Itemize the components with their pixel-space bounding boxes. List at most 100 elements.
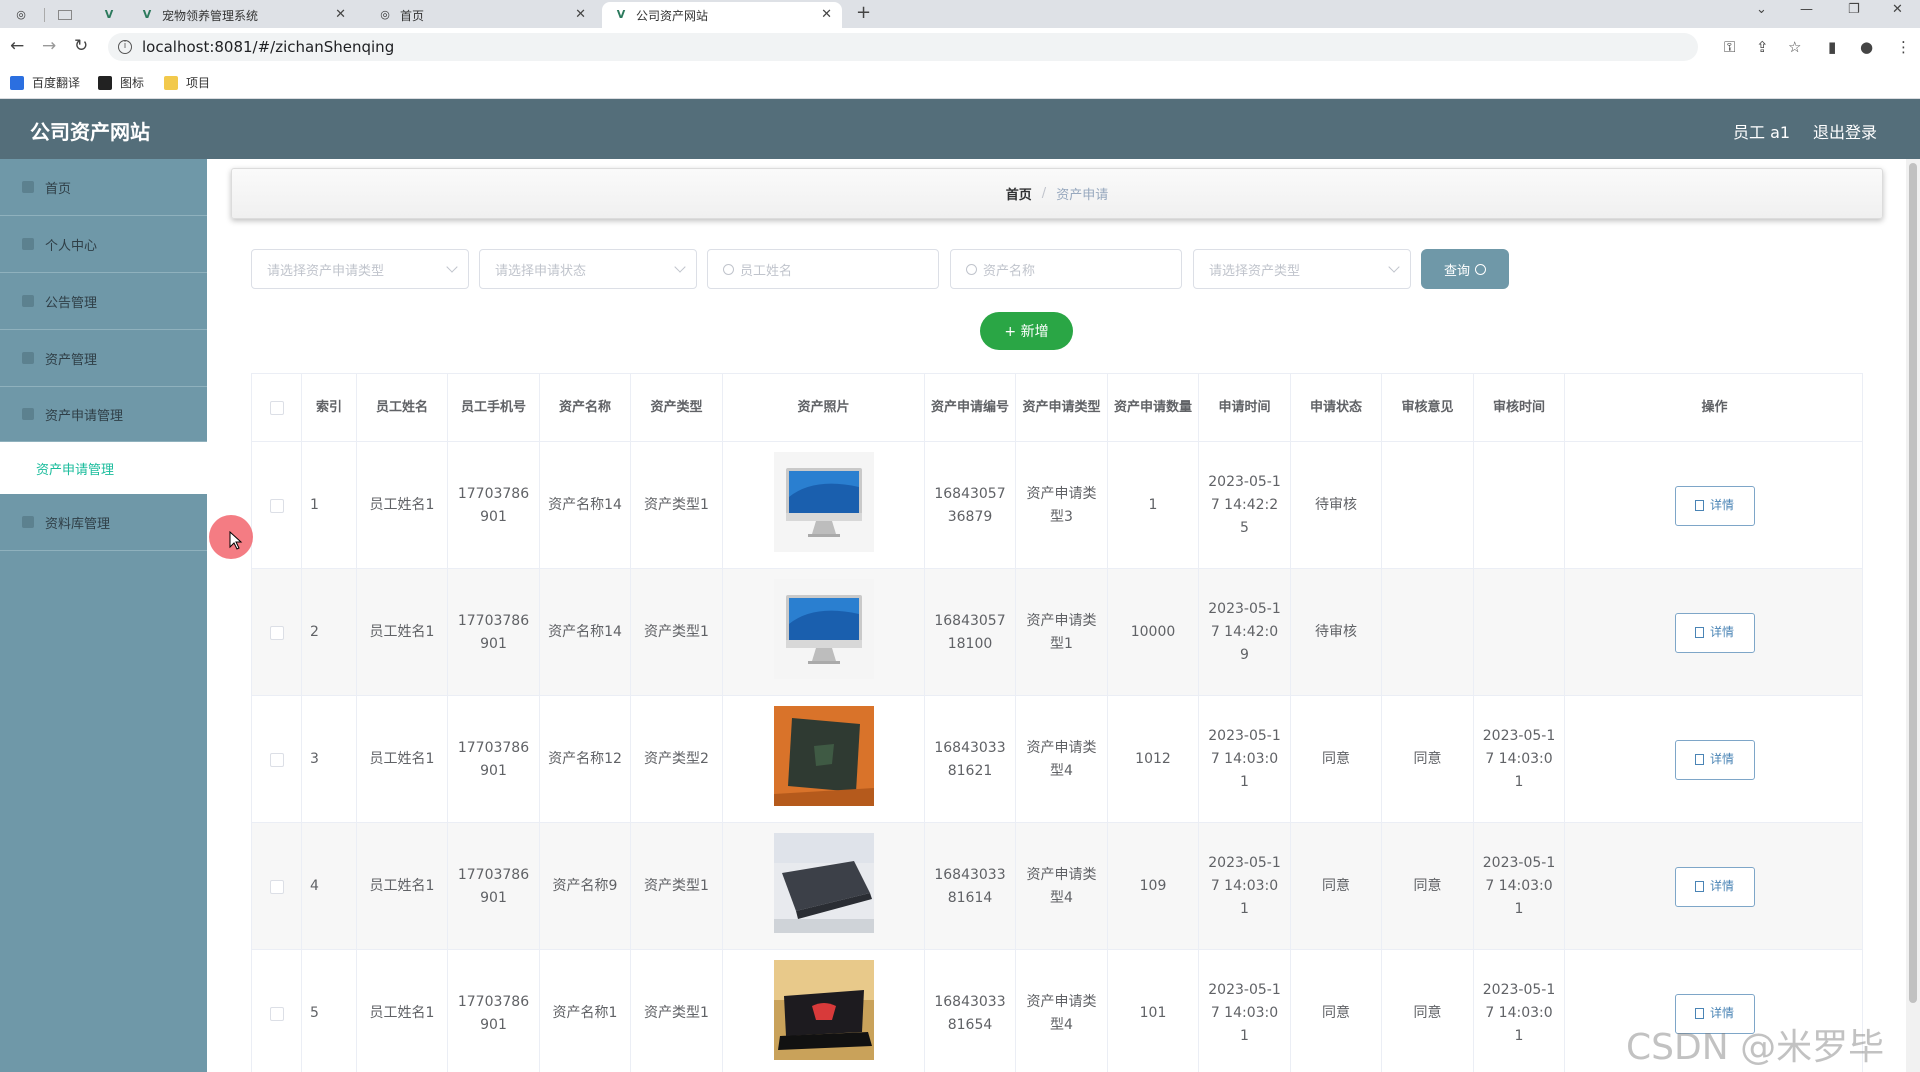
asset-type-select[interactable]: 请选择资产类型 (1193, 249, 1411, 289)
row-checkbox[interactable] (269, 498, 284, 513)
url-input[interactable]: i localhost:8081/#/zichanShenqing (108, 33, 1698, 61)
cell-actions: 详情 (1565, 696, 1862, 823)
cell-index: 4 (302, 823, 357, 950)
cell-apply-type: 资产申请类型1 (1016, 569, 1108, 696)
sidebar-item-notice[interactable]: 公告管理 (0, 273, 207, 330)
window-close-icon[interactable]: ✕ (1892, 2, 1903, 17)
select-all-checkbox[interactable] (269, 401, 284, 415)
document-icon (1694, 754, 1704, 765)
minimize-icon[interactable]: — (1800, 2, 1813, 17)
cell-opinion: 同意 (1382, 696, 1474, 823)
th-apply-qty: 资产申请数量 (1108, 374, 1199, 442)
apply-status-select[interactable]: 请选择申请状态 (479, 249, 697, 289)
sidebar-item-asset-apply[interactable]: 资产申请管理 (0, 387, 207, 442)
search-icon (966, 263, 977, 275)
cell-apply-status: 同意 (1291, 823, 1382, 950)
detail-button[interactable]: 详情 (1674, 612, 1755, 653)
bookmark-item[interactable]: 图标 (98, 74, 144, 91)
row-checkbox[interactable] (269, 625, 284, 640)
key-icon[interactable]: ⚿ (1724, 38, 1735, 56)
asset-apply-table: 索引 员工姓名 员工手机号 资产名称 资产类型 资产照片 资产申请编号 资产申请… (251, 373, 1863, 1072)
cell-phone: 17703786901 (448, 950, 540, 1072)
search-icon (1475, 263, 1486, 275)
tab-pet-system[interactable]: V 宠物领养管理系统 ✕ (128, 2, 356, 28)
reload-icon[interactable]: ↻ (74, 36, 88, 56)
document-icon (1694, 881, 1704, 892)
share-icon[interactable]: ⇪ (1756, 38, 1769, 56)
apply-icon (22, 408, 34, 420)
library-icon (22, 516, 34, 528)
new-tab-icon[interactable]: + (856, 2, 871, 23)
document-icon (1694, 627, 1704, 638)
menu-icon[interactable]: ⋮ (1896, 38, 1911, 56)
th-apply-status: 申请状态 (1291, 374, 1382, 442)
cell-apply-type: 资产申请类型3 (1016, 442, 1108, 569)
cell-apply-status: 同意 (1291, 950, 1382, 1072)
cell-apply-qty: 101 (1108, 950, 1199, 1072)
cell-actions: 详情 (1565, 569, 1862, 696)
asset-photo-image (773, 578, 874, 687)
cell-index: 1 (302, 442, 357, 569)
tab-pinned[interactable]: ◎ (4, 2, 34, 28)
cell-employee-name: 员工姓名1 (357, 696, 448, 823)
cell-select (252, 823, 302, 950)
asset-photo-image (773, 451, 874, 560)
cell-apply-no: 1684305736879 (925, 442, 1016, 569)
cell-asset-type: 资产类型1 (631, 823, 723, 950)
logout-button[interactable]: 退出登录 (1813, 119, 1877, 143)
page-scrollbar[interactable] (1906, 159, 1920, 1072)
th-review-time: 审核时间 (1474, 374, 1565, 442)
sidebar-item-profile[interactable]: 个人中心 (0, 216, 207, 273)
sidebar-item-assets[interactable]: 资产管理 (0, 330, 207, 387)
th-apply-time: 申请时间 (1199, 374, 1291, 442)
watermark: CSDN @米罗毕设 (1626, 1027, 1885, 1068)
row-checkbox[interactable] (269, 1006, 284, 1021)
asset-photo-image (773, 705, 874, 814)
cell-apply-no: 1684303381654 (925, 950, 1016, 1072)
back-icon[interactable]: ← (10, 36, 24, 56)
info-icon[interactable]: i (118, 40, 132, 54)
table-row: 2 员工姓名1 17703786901 资产名称14 资产类型1 168430571810… (252, 569, 1862, 696)
close-icon[interactable]: ✕ (821, 7, 832, 22)
apply-type-select[interactable]: 请选择资产申请类型 (251, 249, 469, 289)
employee-name-input[interactable]: 员工姓名 (707, 249, 939, 289)
row-checkbox[interactable] (269, 752, 284, 767)
sidepanel-icon[interactable]: ▮ (1828, 38, 1836, 56)
th-phone: 员工手机号 (448, 374, 540, 442)
detail-button[interactable]: 详情 (1674, 485, 1755, 526)
restore-icon[interactable]: ❐ (1848, 2, 1860, 17)
forward-icon[interactable]: → (42, 36, 56, 56)
close-icon[interactable]: ✕ (335, 7, 346, 22)
close-icon[interactable]: ✕ (575, 7, 586, 22)
cell-review-time: 2023-05-17 14:03:01 (1474, 950, 1565, 1072)
detail-button[interactable]: 详情 (1674, 866, 1755, 907)
detail-button[interactable]: 详情 (1674, 739, 1755, 780)
breadcrumb-home[interactable]: 首页 (1006, 184, 1032, 203)
bookmark-item[interactable]: 百度翻译 (10, 74, 80, 91)
cell-apply-time: 2023-05-17 14:42:09 (1199, 569, 1291, 696)
scrollbar-thumb[interactable] (1909, 163, 1917, 1003)
cell-opinion: 同意 (1382, 950, 1474, 1072)
tab-search-icon[interactable]: ⌄ (1756, 2, 1767, 17)
cell-apply-status: 待审核 (1291, 569, 1382, 696)
star-icon[interactable]: ☆ (1788, 38, 1801, 56)
bookmark-item[interactable]: 项目 (164, 74, 210, 91)
sidebar-item-home[interactable]: 首页 (0, 159, 207, 216)
search-button[interactable]: 查询 (1421, 249, 1509, 289)
tab-blank[interactable] (46, 2, 86, 28)
sidebar-item-library[interactable]: 资料库管理 (0, 494, 207, 551)
profile-icon[interactable]: ● (1860, 38, 1873, 56)
th-name: 员工姓名 (357, 374, 448, 442)
breadcrumb-current: 资产申请 (1056, 188, 1109, 203)
cell-asset-name: 资产名称9 (540, 823, 631, 950)
asset-name-input[interactable]: 资产名称 (950, 249, 1182, 289)
breadcrumb: 首页 / 资产申请 (231, 168, 1883, 219)
row-checkbox[interactable] (269, 879, 284, 894)
cell-apply-no: 1684303381614 (925, 823, 1016, 950)
tab-vue[interactable]: V (90, 2, 130, 28)
sidebar-subitem-asset-apply[interactable]: 资产申请管理 (0, 442, 207, 494)
tab-home[interactable]: ◎ 首页 ✕ (366, 2, 596, 28)
tab-company-assets[interactable]: V 公司资产网站 ✕ (602, 2, 842, 28)
add-button[interactable]: + 新增 (980, 312, 1073, 350)
cell-opinion (1382, 569, 1474, 696)
